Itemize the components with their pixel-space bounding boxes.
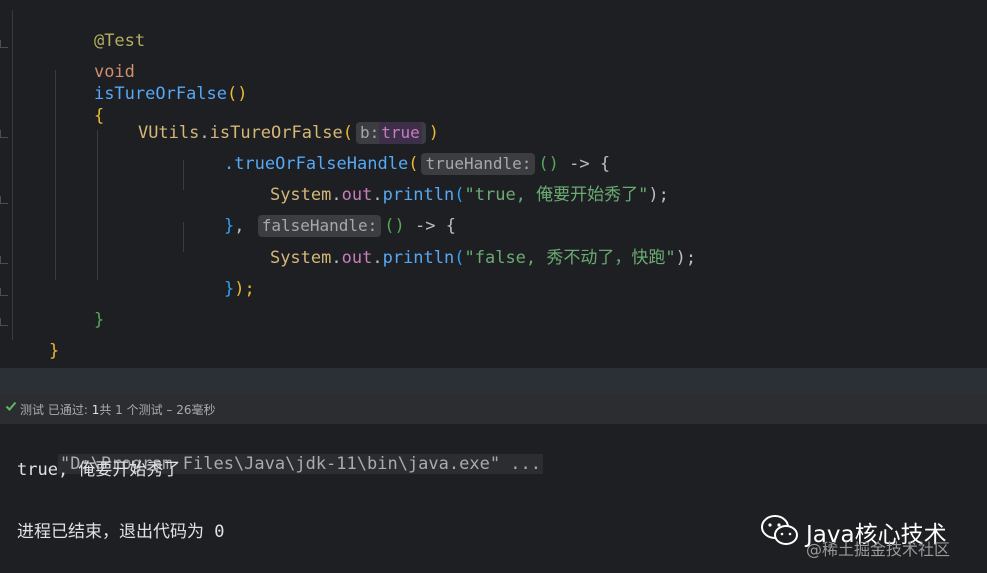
string-literal-false: "false, 秀不动了，快跑" bbox=[464, 248, 676, 268]
string-literal-true: "true, 俺要开始秀了" bbox=[464, 185, 649, 205]
method-close-brace: } bbox=[93, 310, 105, 330]
keyword-void: void bbox=[93, 62, 135, 82]
dot: . bbox=[372, 248, 383, 268]
code-line-close-lambda[interactable]: }); bbox=[183, 256, 255, 322]
class-system: System bbox=[269, 248, 332, 268]
class-close-brace: } bbox=[48, 341, 60, 361]
field-out: out bbox=[341, 248, 373, 268]
chain-close: ); bbox=[234, 279, 255, 299]
status-rest: 共 1 个测试 – 26毫秒 bbox=[99, 403, 216, 417]
dot: . bbox=[331, 248, 342, 268]
method-println: println bbox=[382, 248, 455, 268]
fold-marker[interactable] bbox=[0, 318, 8, 332]
watermark-subtitle: @稀土掘金技术社区 bbox=[806, 540, 951, 559]
wechat-icon bbox=[761, 515, 798, 545]
print-close: ); bbox=[675, 248, 697, 268]
indent-guide bbox=[12, 10, 13, 340]
fold-marker[interactable] bbox=[0, 256, 8, 270]
fold-marker[interactable] bbox=[0, 288, 8, 302]
code-line-method-close[interactable]: } bbox=[53, 287, 104, 353]
code-line-print-false[interactable]: System.out.println("false, 秀不动了，快跑"); bbox=[229, 225, 696, 291]
console-exit-message: 进程已结束，退出代码为 0 bbox=[17, 522, 225, 542]
lambda-close-brace: } bbox=[223, 279, 235, 299]
print-open-paren: ( bbox=[454, 248, 465, 268]
console-output-line: true, 俺要开始秀了 bbox=[17, 460, 181, 480]
watermark: Java核心技术 @稀土掘金技术社区 bbox=[760, 514, 975, 564]
fold-marker[interactable] bbox=[0, 130, 8, 144]
status-label: 测试 已通过: bbox=[20, 403, 88, 417]
test-status-bar: 测试 已通过: 1共 1 个测试 – 26毫秒 bbox=[0, 394, 987, 424]
test-status-text: 测试 已通过: 1共 1 个测试 – 26毫秒 bbox=[20, 401, 216, 418]
code-editor[interactable]: @Test void isTureOrFalse() { VUtils.isTu… bbox=[0, 0, 987, 368]
fold-marker[interactable] bbox=[0, 40, 8, 54]
check-icon bbox=[5, 401, 17, 411]
panel-divider[interactable] bbox=[0, 368, 987, 394]
fold-marker[interactable] bbox=[0, 196, 8, 210]
print-close: ); bbox=[648, 185, 669, 205]
